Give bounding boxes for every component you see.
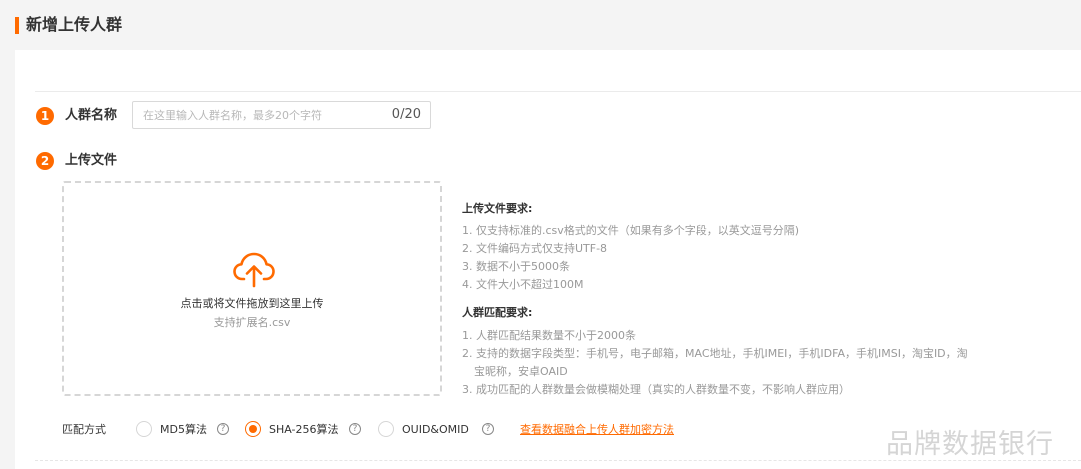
char-counter: 0/20	[391, 107, 421, 122]
page-header: 新增上传人群	[0, 0, 1081, 50]
crowd-name-field[interactable]: 0/20	[132, 101, 431, 129]
match-requirement-item: 宝昵称，安卓OAID	[474, 365, 568, 378]
match-requirement-item: 1. 人群匹配结果数量不小于2000条	[462, 329, 636, 342]
form-card: 1 人群名称 0/20 2 上传文件 点击或将文件拖放到这里上传 支持扩展名.c…	[15, 50, 1081, 469]
file-requirements-title: 上传文件要求:	[462, 202, 533, 215]
match-method-label: 匹配方式	[62, 423, 106, 436]
upload-extension-hint: 支持扩展名.csv	[213, 316, 291, 329]
file-upload-dropzone[interactable]: 点击或将文件拖放到这里上传 支持扩展名.csv	[62, 181, 442, 396]
radio-sha256-label[interactable]: SHA-256算法	[269, 422, 339, 438]
page-title: 新增上传人群	[26, 15, 123, 34]
file-requirement-item: 2. 文件编码方式仅支持UTF-8	[462, 242, 608, 255]
file-requirement-item: 4. 文件大小不超过100M	[462, 278, 584, 291]
match-requirement-item: 3. 成功匹配的人群数量会做模糊处理（真实的人群数量不变，不影响人群应用）	[462, 383, 850, 396]
radio-ouid-omid-label[interactable]: OUID&OMID	[402, 422, 469, 438]
radio-md5[interactable]	[136, 421, 152, 437]
match-requirement-item: 2. 支持的数据字段类型：手机号，电子邮箱，MAC地址，手机IMEI，手机IDF…	[462, 347, 968, 360]
step-2-badge: 2	[36, 152, 54, 170]
brand-watermark: 品牌数据银行	[886, 429, 1054, 460]
title-accent-bar	[15, 17, 19, 34]
step-1-label: 人群名称	[65, 108, 118, 123]
radio-ouid-omid[interactable]	[378, 421, 394, 437]
cloud-upload-icon	[233, 252, 275, 288]
radio-md5-label[interactable]: MD5算法	[160, 422, 207, 438]
upload-instruction: 点击或将文件拖放到这里上传	[180, 297, 324, 310]
file-requirement-item: 3. 数据不小于5000条	[462, 260, 570, 273]
match-requirements-title: 人群匹配要求:	[462, 306, 533, 319]
step-2-label: 上传文件	[65, 153, 118, 168]
help-icon[interactable]: ?	[217, 423, 229, 435]
encryption-method-link[interactable]: 查看数据融合上传人群加密方法	[520, 422, 674, 438]
card-divider	[35, 91, 1081, 92]
step-1-badge: 1	[36, 107, 54, 125]
file-requirement-item: 1. 仅支持标准的.csv格式的文件（如果有多个字段，以英文逗号分隔)	[462, 224, 800, 237]
radio-sha256[interactable]	[245, 421, 261, 437]
help-icon[interactable]: ?	[349, 423, 361, 435]
crowd-name-input[interactable]	[143, 102, 373, 128]
help-icon[interactable]: ?	[482, 423, 494, 435]
